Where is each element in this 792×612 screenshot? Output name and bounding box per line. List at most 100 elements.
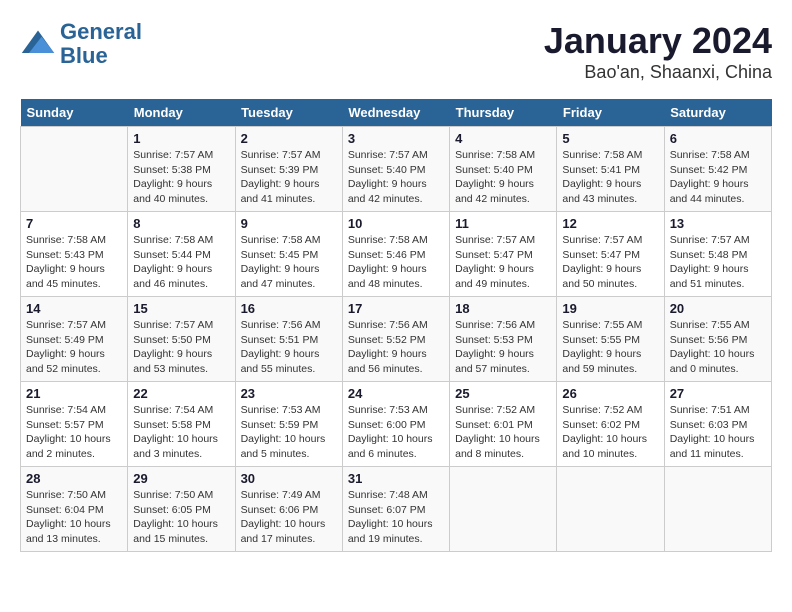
day-number: 2 (241, 131, 337, 146)
day-content: Sunrise: 7:55 AM Sunset: 5:56 PM Dayligh… (670, 318, 766, 377)
calendar-cell: 28 Sunrise: 7:50 AM Sunset: 6:04 PM Dayli… (21, 467, 128, 552)
calendar-cell: 9 Sunrise: 7:58 AM Sunset: 5:45 PM Daylig… (235, 212, 342, 297)
day-number: 28 (26, 471, 122, 486)
col-monday: Monday (128, 99, 235, 127)
day-content: Sunrise: 7:53 AM Sunset: 5:59 PM Dayligh… (241, 403, 337, 462)
day-content: Sunrise: 7:56 AM Sunset: 5:51 PM Dayligh… (241, 318, 337, 377)
logo: General Blue (20, 20, 142, 68)
day-number: 23 (241, 386, 337, 401)
day-number: 30 (241, 471, 337, 486)
calendar-location: Bao'an, Shaanxi, China (544, 62, 772, 83)
day-number: 31 (348, 471, 444, 486)
calendar-week-2: 7 Sunrise: 7:58 AM Sunset: 5:43 PM Daylig… (21, 212, 772, 297)
col-sunday: Sunday (21, 99, 128, 127)
calendar-cell: 14 Sunrise: 7:57 AM Sunset: 5:49 PM Dayli… (21, 297, 128, 382)
day-content: Sunrise: 7:54 AM Sunset: 5:57 PM Dayligh… (26, 403, 122, 462)
day-content: Sunrise: 7:56 AM Sunset: 5:52 PM Dayligh… (348, 318, 444, 377)
day-number: 19 (562, 301, 658, 316)
calendar-cell (21, 127, 128, 212)
calendar-cell: 26 Sunrise: 7:52 AM Sunset: 6:02 PM Dayli… (557, 382, 664, 467)
calendar-cell: 21 Sunrise: 7:54 AM Sunset: 5:57 PM Dayli… (21, 382, 128, 467)
calendar-cell: 27Sunrise: 7:51 AM Sunset: 6:03 PM Dayli… (664, 382, 771, 467)
day-content: Sunrise: 7:58 AM Sunset: 5:40 PM Dayligh… (455, 148, 551, 207)
calendar-cell: 22 Sunrise: 7:54 AM Sunset: 5:58 PM Dayli… (128, 382, 235, 467)
day-number: 18 (455, 301, 551, 316)
calendar-cell: 16 Sunrise: 7:56 AM Sunset: 5:51 PM Dayli… (235, 297, 342, 382)
day-number: 24 (348, 386, 444, 401)
day-number: 10 (348, 216, 444, 231)
calendar-cell: 25Sunrise: 7:52 AM Sunset: 6:01 PM Dayli… (450, 382, 557, 467)
calendar-cell: 5 Sunrise: 7:58 AM Sunset: 5:41 PM Daylig… (557, 127, 664, 212)
day-content: Sunrise: 7:52 AM Sunset: 6:02 PM Dayligh… (562, 403, 658, 462)
day-number: 5 (562, 131, 658, 146)
day-number: 11 (455, 216, 551, 231)
day-content: Sunrise: 7:58 AM Sunset: 5:44 PM Dayligh… (133, 233, 229, 292)
day-content: Sunrise: 7:58 AM Sunset: 5:43 PM Dayligh… (26, 233, 122, 292)
day-number: 20 (670, 301, 766, 316)
day-content: Sunrise: 7:57 AM Sunset: 5:40 PM Dayligh… (348, 148, 444, 207)
page-header: General Blue January 2024 Bao'an, Shaanx… (20, 20, 772, 83)
day-number: 7 (26, 216, 122, 231)
day-content: Sunrise: 7:56 AM Sunset: 5:53 PM Dayligh… (455, 318, 551, 377)
calendar-cell: 15Sunrise: 7:57 AM Sunset: 5:50 PM Dayli… (128, 297, 235, 382)
day-number: 3 (348, 131, 444, 146)
logo-icon (20, 26, 56, 62)
logo-blue: Blue (60, 43, 108, 68)
day-content: Sunrise: 7:50 AM Sunset: 6:04 PM Dayligh… (26, 488, 122, 547)
calendar-week-5: 28 Sunrise: 7:50 AM Sunset: 6:04 PM Dayli… (21, 467, 772, 552)
day-content: Sunrise: 7:54 AM Sunset: 5:58 PM Dayligh… (133, 403, 229, 462)
day-content: Sunrise: 7:58 AM Sunset: 5:41 PM Dayligh… (562, 148, 658, 207)
calendar-cell (557, 467, 664, 552)
day-content: Sunrise: 7:58 AM Sunset: 5:42 PM Dayligh… (670, 148, 766, 207)
calendar-table: Sunday Monday Tuesday Wednesday Thursday… (20, 99, 772, 552)
calendar-cell: 11 Sunrise: 7:57 AM Sunset: 5:47 PM Dayli… (450, 212, 557, 297)
day-content: Sunrise: 7:48 AM Sunset: 6:07 PM Dayligh… (348, 488, 444, 547)
calendar-cell: 8 Sunrise: 7:58 AM Sunset: 5:44 PM Daylig… (128, 212, 235, 297)
day-number: 9 (241, 216, 337, 231)
calendar-cell: 30 Sunrise: 7:49 AM Sunset: 6:06 PM Dayli… (235, 467, 342, 552)
calendar-header-row: Sunday Monday Tuesday Wednesday Thursday… (21, 99, 772, 127)
day-content: Sunrise: 7:49 AM Sunset: 6:06 PM Dayligh… (241, 488, 337, 547)
calendar-cell: 12Sunrise: 7:57 AM Sunset: 5:47 PM Dayli… (557, 212, 664, 297)
day-number: 8 (133, 216, 229, 231)
day-number: 14 (26, 301, 122, 316)
day-content: Sunrise: 7:55 AM Sunset: 5:55 PM Dayligh… (562, 318, 658, 377)
day-content: Sunrise: 7:58 AM Sunset: 5:45 PM Dayligh… (241, 233, 337, 292)
day-number: 17 (348, 301, 444, 316)
calendar-cell: 3 Sunrise: 7:57 AM Sunset: 5:40 PM Daylig… (342, 127, 449, 212)
calendar-cell: 13Sunrise: 7:57 AM Sunset: 5:48 PM Dayli… (664, 212, 771, 297)
calendar-cell: 17 Sunrise: 7:56 AM Sunset: 5:52 PM Dayli… (342, 297, 449, 382)
calendar-cell: 23 Sunrise: 7:53 AM Sunset: 5:59 PM Dayli… (235, 382, 342, 467)
day-number: 16 (241, 301, 337, 316)
day-content: Sunrise: 7:58 AM Sunset: 5:46 PM Dayligh… (348, 233, 444, 292)
day-number: 22 (133, 386, 229, 401)
calendar-cell: 20 Sunrise: 7:55 AM Sunset: 5:56 PM Dayli… (664, 297, 771, 382)
calendar-cell: 29Sunrise: 7:50 AM Sunset: 6:05 PM Dayli… (128, 467, 235, 552)
day-content: Sunrise: 7:57 AM Sunset: 5:49 PM Dayligh… (26, 318, 122, 377)
calendar-cell: 7 Sunrise: 7:58 AM Sunset: 5:43 PM Daylig… (21, 212, 128, 297)
calendar-cell: 18 Sunrise: 7:56 AM Sunset: 5:53 PM Dayli… (450, 297, 557, 382)
col-saturday: Saturday (664, 99, 771, 127)
calendar-title: January 2024 (544, 20, 772, 62)
calendar-cell: 19 Sunrise: 7:55 AM Sunset: 5:55 PM Dayli… (557, 297, 664, 382)
calendar-cell: 6Sunrise: 7:58 AM Sunset: 5:42 PM Daylig… (664, 127, 771, 212)
calendar-cell: 4Sunrise: 7:58 AM Sunset: 5:40 PM Daylig… (450, 127, 557, 212)
calendar-cell: 1Sunrise: 7:57 AM Sunset: 5:38 PM Daylig… (128, 127, 235, 212)
day-content: Sunrise: 7:57 AM Sunset: 5:50 PM Dayligh… (133, 318, 229, 377)
day-content: Sunrise: 7:52 AM Sunset: 6:01 PM Dayligh… (455, 403, 551, 462)
calendar-cell: 2 Sunrise: 7:57 AM Sunset: 5:39 PM Daylig… (235, 127, 342, 212)
day-content: Sunrise: 7:57 AM Sunset: 5:39 PM Dayligh… (241, 148, 337, 207)
day-number: 26 (562, 386, 658, 401)
calendar-week-1: 1Sunrise: 7:57 AM Sunset: 5:38 PM Daylig… (21, 127, 772, 212)
col-friday: Friday (557, 99, 664, 127)
calendar-cell (450, 467, 557, 552)
calendar-cell: 31 Sunrise: 7:48 AM Sunset: 6:07 PM Dayli… (342, 467, 449, 552)
calendar-cell: 24Sunrise: 7:53 AM Sunset: 6:00 PM Dayli… (342, 382, 449, 467)
calendar-week-3: 14 Sunrise: 7:57 AM Sunset: 5:49 PM Dayli… (21, 297, 772, 382)
day-content: Sunrise: 7:57 AM Sunset: 5:48 PM Dayligh… (670, 233, 766, 292)
day-number: 21 (26, 386, 122, 401)
day-content: Sunrise: 7:51 AM Sunset: 6:03 PM Dayligh… (670, 403, 766, 462)
col-thursday: Thursday (450, 99, 557, 127)
col-wednesday: Wednesday (342, 99, 449, 127)
day-content: Sunrise: 7:57 AM Sunset: 5:47 PM Dayligh… (455, 233, 551, 292)
